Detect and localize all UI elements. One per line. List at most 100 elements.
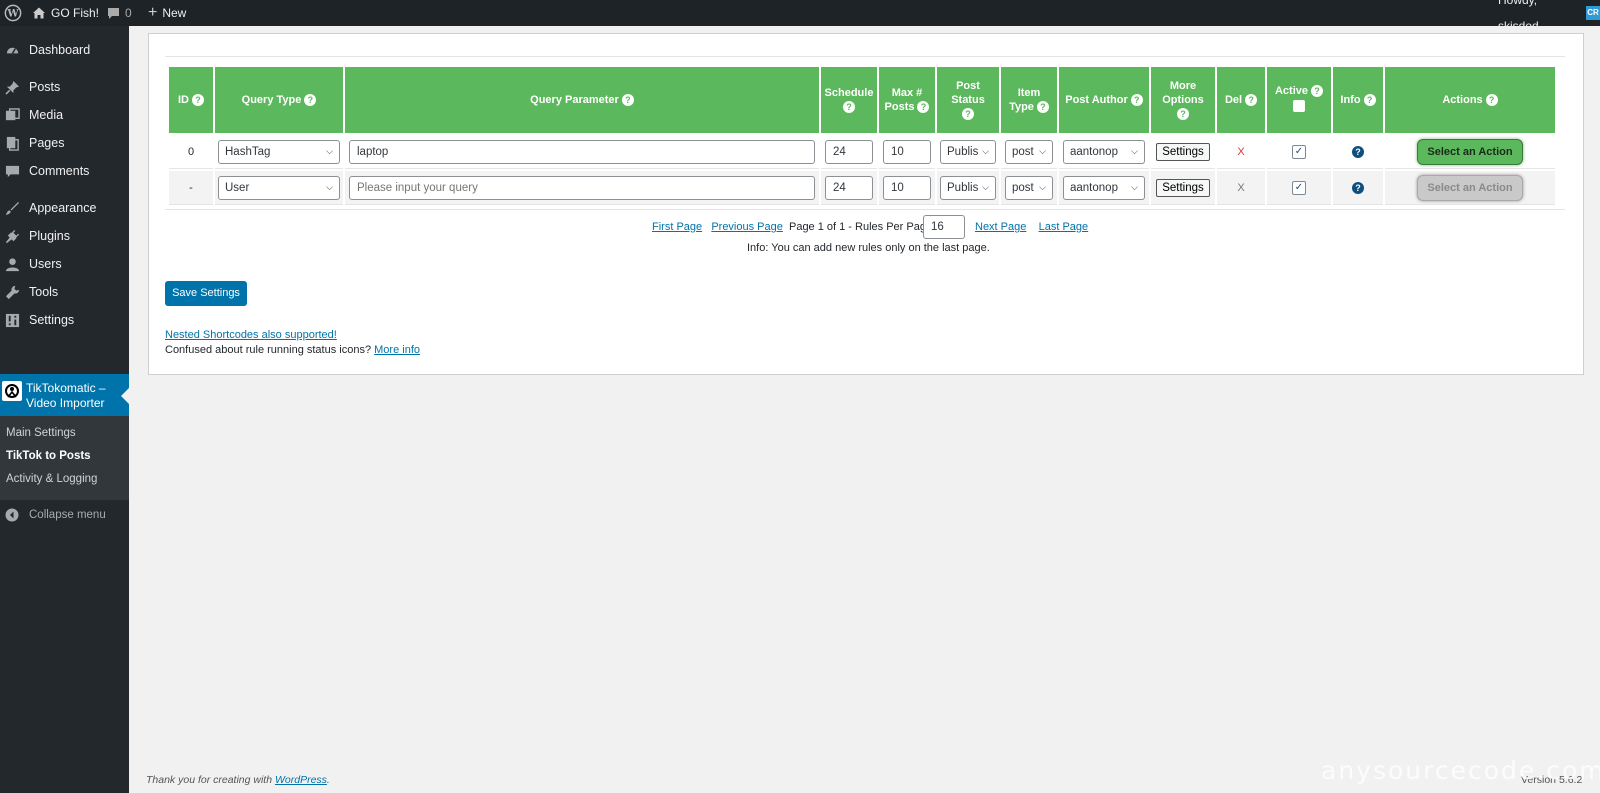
wordpress-link[interactable]: WordPress bbox=[275, 774, 327, 786]
sidebar-item-plugins[interactable]: Plugins bbox=[0, 222, 129, 250]
info-icon[interactable]: ? bbox=[1352, 181, 1364, 194]
help-icon[interactable]: ? bbox=[1363, 94, 1376, 107]
comment-icon bbox=[4, 163, 20, 179]
schedule-input[interactable]: 24 bbox=[825, 139, 873, 164]
comments-count: 0 bbox=[125, 6, 132, 20]
submenu-main-settings[interactable]: Main Settings bbox=[6, 427, 76, 439]
post-author-select[interactable]: aantonop ⌵ bbox=[1063, 175, 1145, 200]
save-settings-button[interactable]: Save Settings bbox=[165, 281, 247, 306]
query-parameter-input[interactable]: Please input your query bbox=[349, 175, 815, 200]
first-page-link[interactable]: First Page bbox=[652, 221, 702, 233]
settings-button[interactable]: Settings bbox=[1156, 142, 1210, 161]
help-icon[interactable]: ? bbox=[1177, 108, 1189, 121]
delete-rule-button[interactable]: X bbox=[1237, 182, 1244, 194]
new-content-link[interactable]: + New bbox=[148, 0, 186, 26]
nested-shortcodes-row: Nested Shortcodes also supported! bbox=[165, 329, 337, 341]
sidebar-item-posts[interactable]: Posts bbox=[0, 73, 129, 101]
query-type-select[interactable]: HashTag ⌵ bbox=[218, 139, 340, 164]
svg-text:W: W bbox=[6, 9, 19, 20]
sidebar-item-label: Video Importer bbox=[26, 396, 105, 410]
max-posts-input[interactable]: 10 bbox=[883, 175, 931, 200]
submenu-activity-logging[interactable]: Activity & Logging bbox=[6, 473, 97, 485]
last-page-link[interactable]: Last Page bbox=[1039, 221, 1089, 233]
select-action-button[interactable]: Select an Action bbox=[1417, 138, 1523, 165]
post-status-select[interactable]: Publis ⌵ bbox=[940, 139, 996, 164]
help-icon[interactable]: ? bbox=[1311, 85, 1324, 98]
admin-sidebar: Dashboard Posts Media Pages Comments App… bbox=[0, 26, 129, 793]
plus-icon: + bbox=[148, 4, 158, 21]
sidebar-item-comments[interactable]: Comments bbox=[0, 157, 129, 185]
pagination: First Page Previous Page Page 1 of 1 - R… bbox=[652, 221, 935, 233]
plug-icon bbox=[4, 228, 20, 244]
query-type-select[interactable]: User ⌵ bbox=[218, 175, 340, 200]
previous-page-link[interactable]: Previous Page bbox=[711, 221, 783, 233]
rules-per-page-input[interactable]: 16 bbox=[923, 215, 965, 239]
col-max-posts: Max # Posts? bbox=[879, 67, 935, 133]
help-icon[interactable]: ? bbox=[1485, 94, 1498, 107]
active-pointer bbox=[121, 388, 129, 404]
sidebar-item-tools[interactable]: Tools bbox=[0, 278, 129, 306]
sidebar-item-pages[interactable]: Pages bbox=[0, 129, 129, 157]
post-status-select[interactable]: Publis ⌵ bbox=[940, 175, 996, 200]
sidebar-item-label: Tools bbox=[29, 285, 59, 299]
active-checkbox[interactable]: ✓ bbox=[1292, 144, 1306, 159]
max-posts-input[interactable]: 10 bbox=[883, 139, 931, 164]
col-more-options: More Options? bbox=[1151, 67, 1215, 133]
schedule-input[interactable]: 24 bbox=[825, 175, 873, 200]
wordpress-logo-icon[interactable]: W bbox=[4, 0, 22, 26]
collapse-menu-button[interactable]: Collapse menu bbox=[0, 501, 129, 529]
rule-id: 0 bbox=[169, 135, 213, 169]
pages-icon bbox=[4, 135, 20, 151]
help-icon[interactable]: ? bbox=[621, 94, 634, 107]
wrench-icon bbox=[4, 284, 20, 300]
post-author-select[interactable]: aantonop ⌵ bbox=[1063, 139, 1145, 164]
help-icon[interactable]: ? bbox=[917, 101, 930, 114]
col-post-status: Post Status? bbox=[937, 67, 999, 133]
help-icon[interactable]: ? bbox=[1130, 94, 1143, 107]
sidebar-item-tiktokomatic[interactable]: TikTokomatic – Video Importer bbox=[0, 374, 129, 416]
help-icon[interactable]: ? bbox=[1036, 101, 1049, 114]
divider bbox=[165, 56, 1565, 57]
divider bbox=[165, 209, 1565, 210]
chevron-down-icon: ⌵ bbox=[326, 146, 333, 156]
col-query-type: Query Type? bbox=[215, 67, 343, 133]
sidebar-item-users[interactable]: Users bbox=[0, 250, 129, 278]
sidebar-item-label: Posts bbox=[29, 80, 61, 94]
col-post-author: Post Author? bbox=[1059, 67, 1149, 133]
query-parameter-input[interactable]: laptop bbox=[349, 139, 815, 164]
sidebar-item-label: TikTokomatic – bbox=[26, 381, 106, 395]
next-page-link[interactable]: Next Page bbox=[975, 221, 1026, 233]
submenu-tiktok-to-posts[interactable]: TikTok to Posts bbox=[6, 450, 91, 462]
site-name-link[interactable]: GO Fish! bbox=[32, 0, 99, 26]
sidebar-item-appearance[interactable]: Appearance bbox=[0, 194, 129, 222]
info-icon[interactable]: ? bbox=[1352, 145, 1364, 158]
help-icon[interactable]: ? bbox=[304, 94, 317, 107]
sidebar-item-label: Users bbox=[29, 257, 62, 271]
pagination-next: Next Page Last Page bbox=[975, 221, 1088, 233]
more-info-link[interactable]: More info bbox=[374, 344, 420, 356]
select-all-checkbox[interactable] bbox=[1293, 100, 1305, 112]
help-icon[interactable]: ? bbox=[1245, 94, 1258, 107]
comments-link[interactable]: 0 bbox=[107, 0, 132, 26]
account-menu[interactable]: Howdy, skisded CR bbox=[1498, 0, 1600, 33]
collapse-label: Collapse menu bbox=[29, 509, 106, 521]
help-icon[interactable]: ? bbox=[962, 108, 974, 121]
help-icon[interactable]: ? bbox=[192, 94, 204, 107]
delete-rule-button[interactable]: X bbox=[1237, 146, 1244, 158]
item-type-select[interactable]: post ⌵ bbox=[1005, 175, 1053, 200]
active-checkbox[interactable]: ✓ bbox=[1292, 180, 1306, 195]
sidebar-item-dashboard[interactable]: Dashboard bbox=[0, 36, 129, 64]
chevron-down-icon: ⌵ bbox=[326, 182, 333, 192]
select-action-button[interactable]: Select an Action bbox=[1417, 174, 1523, 201]
settings-button[interactable]: Settings bbox=[1156, 178, 1210, 197]
pin-icon bbox=[4, 79, 20, 95]
sidebar-item-label: Plugins bbox=[29, 229, 70, 243]
col-query-parameter: Query Parameter? bbox=[345, 67, 819, 133]
item-type-select[interactable]: post ⌵ bbox=[1005, 139, 1053, 164]
help-icon[interactable]: ? bbox=[843, 101, 855, 114]
sidebar-item-settings[interactable]: Settings bbox=[0, 306, 129, 334]
sidebar-item-media[interactable]: Media bbox=[0, 101, 129, 129]
home-icon bbox=[33, 7, 45, 19]
nested-shortcodes-link[interactable]: Nested Shortcodes also supported! bbox=[165, 329, 337, 341]
col-item-type: Item Type? bbox=[1001, 67, 1057, 133]
